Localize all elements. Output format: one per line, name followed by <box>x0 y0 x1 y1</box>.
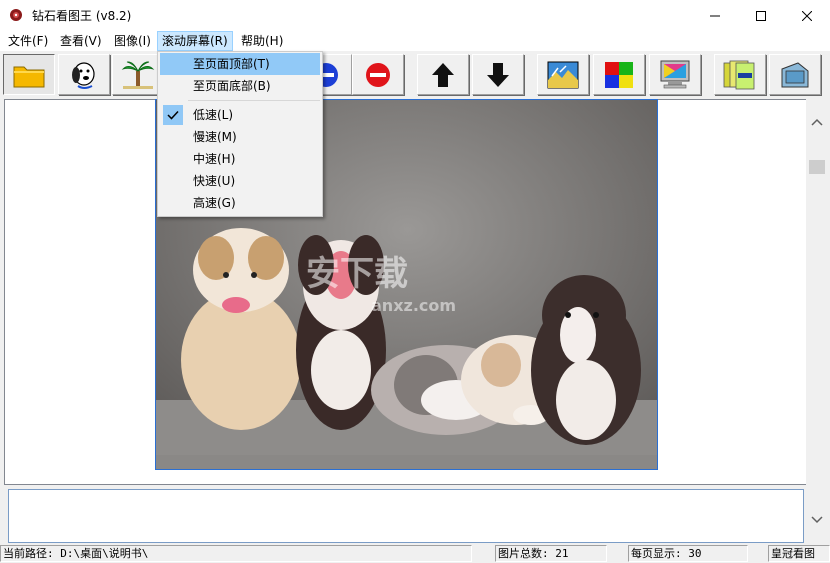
scroll-dropdown-menu: 至页面顶部(T) 至页面底部(B) 低速(L) 慢速(M) 中速(H) 快速(U… <box>157 51 323 217</box>
arrow-down-icon <box>487 62 509 87</box>
maximize-button[interactable] <box>738 0 784 31</box>
maximize-icon <box>756 10 766 21</box>
open-folder-icon <box>13 66 45 87</box>
menu-item-high-speed[interactable]: 高速(G) <box>160 192 320 214</box>
palm-tree-icon <box>121 61 155 89</box>
open-folder-button[interactable] <box>3 54 55 95</box>
menu-separator <box>188 100 320 101</box>
menu-item-to-top[interactable]: 至页面顶部(T) <box>160 53 320 75</box>
page-down-button[interactable] <box>472 54 524 95</box>
stop-icon <box>366 62 390 87</box>
slide-button[interactable] <box>769 54 821 95</box>
info-panel <box>8 489 804 543</box>
dog-button[interactable] <box>58 54 110 95</box>
scroll-down-icon[interactable] <box>806 512 828 526</box>
menu-item-to-bottom[interactable]: 至页面底部(B) <box>160 75 320 97</box>
menu-help[interactable]: 帮助(H) <box>237 31 287 51</box>
stop-button[interactable] <box>352 54 404 95</box>
monitor-button[interactable] <box>649 54 701 95</box>
arrow-up-icon <box>432 62 454 87</box>
toolbar <box>0 51 830 98</box>
menu-image[interactable]: 图像(I) <box>110 31 155 51</box>
labels-icon <box>723 60 755 89</box>
labels-button[interactable] <box>714 54 766 95</box>
menu-item-slow-row[interactable]: 低速(L) <box>160 104 320 126</box>
status-path: 当前路径: D:\桌面\说明书\ <box>0 545 472 562</box>
minimize-icon <box>710 15 720 16</box>
app-icon <box>10 9 22 21</box>
dog-icon <box>72 61 95 89</box>
close-icon <box>802 10 812 21</box>
status-app: 皇冠看图 <box>768 545 830 562</box>
scroll-up-icon[interactable] <box>806 116 828 130</box>
title-bar: 钻石看图王 (v8.2) <box>0 0 830 31</box>
slide-icon <box>781 61 809 87</box>
watermark-subtext: anxz.com <box>371 296 457 315</box>
close-button[interactable] <box>784 0 830 31</box>
menu-view[interactable]: 查看(V) <box>56 31 106 51</box>
menu-item-slow-speed[interactable]: 慢速(M) <box>160 126 320 148</box>
vertical-scrollbar[interactable] <box>806 99 828 543</box>
menu-item-low-speed[interactable]: 低速(L) <box>160 104 320 126</box>
menu-scroll[interactable]: 滚动屏幕(R) <box>157 31 233 51</box>
menu-bar: 文件(F) 查看(V) 图像(I) 滚动屏幕(R) 帮助(H) <box>0 31 830 51</box>
minimize-button[interactable] <box>692 0 738 31</box>
monitor-icon <box>660 60 690 88</box>
page-up-button[interactable] <box>417 54 469 95</box>
menu-item-medium-speed[interactable]: 中速(H) <box>160 148 320 170</box>
status-total: 图片总数: 21 <box>495 545 607 562</box>
color-grid-icon <box>605 61 633 88</box>
menu-file[interactable]: 文件(F) <box>4 31 52 51</box>
status-per-page: 每页显示: 30 <box>628 545 748 562</box>
status-bar: 当前路径: D:\桌面\说明书\ 图片总数: 21 每页显示: 30 皇冠看图 <box>0 544 830 563</box>
scroll-thumb[interactable] <box>809 160 825 174</box>
landscape-icon <box>547 61 579 88</box>
window-title: 钻石看图王 (v8.2) <box>32 9 132 23</box>
menu-item-fast-speed[interactable]: 快速(U) <box>160 170 320 192</box>
watermark-text: 安下载 <box>306 254 408 294</box>
color-grid-button[interactable] <box>593 54 645 95</box>
landscape-button[interactable] <box>537 54 589 95</box>
